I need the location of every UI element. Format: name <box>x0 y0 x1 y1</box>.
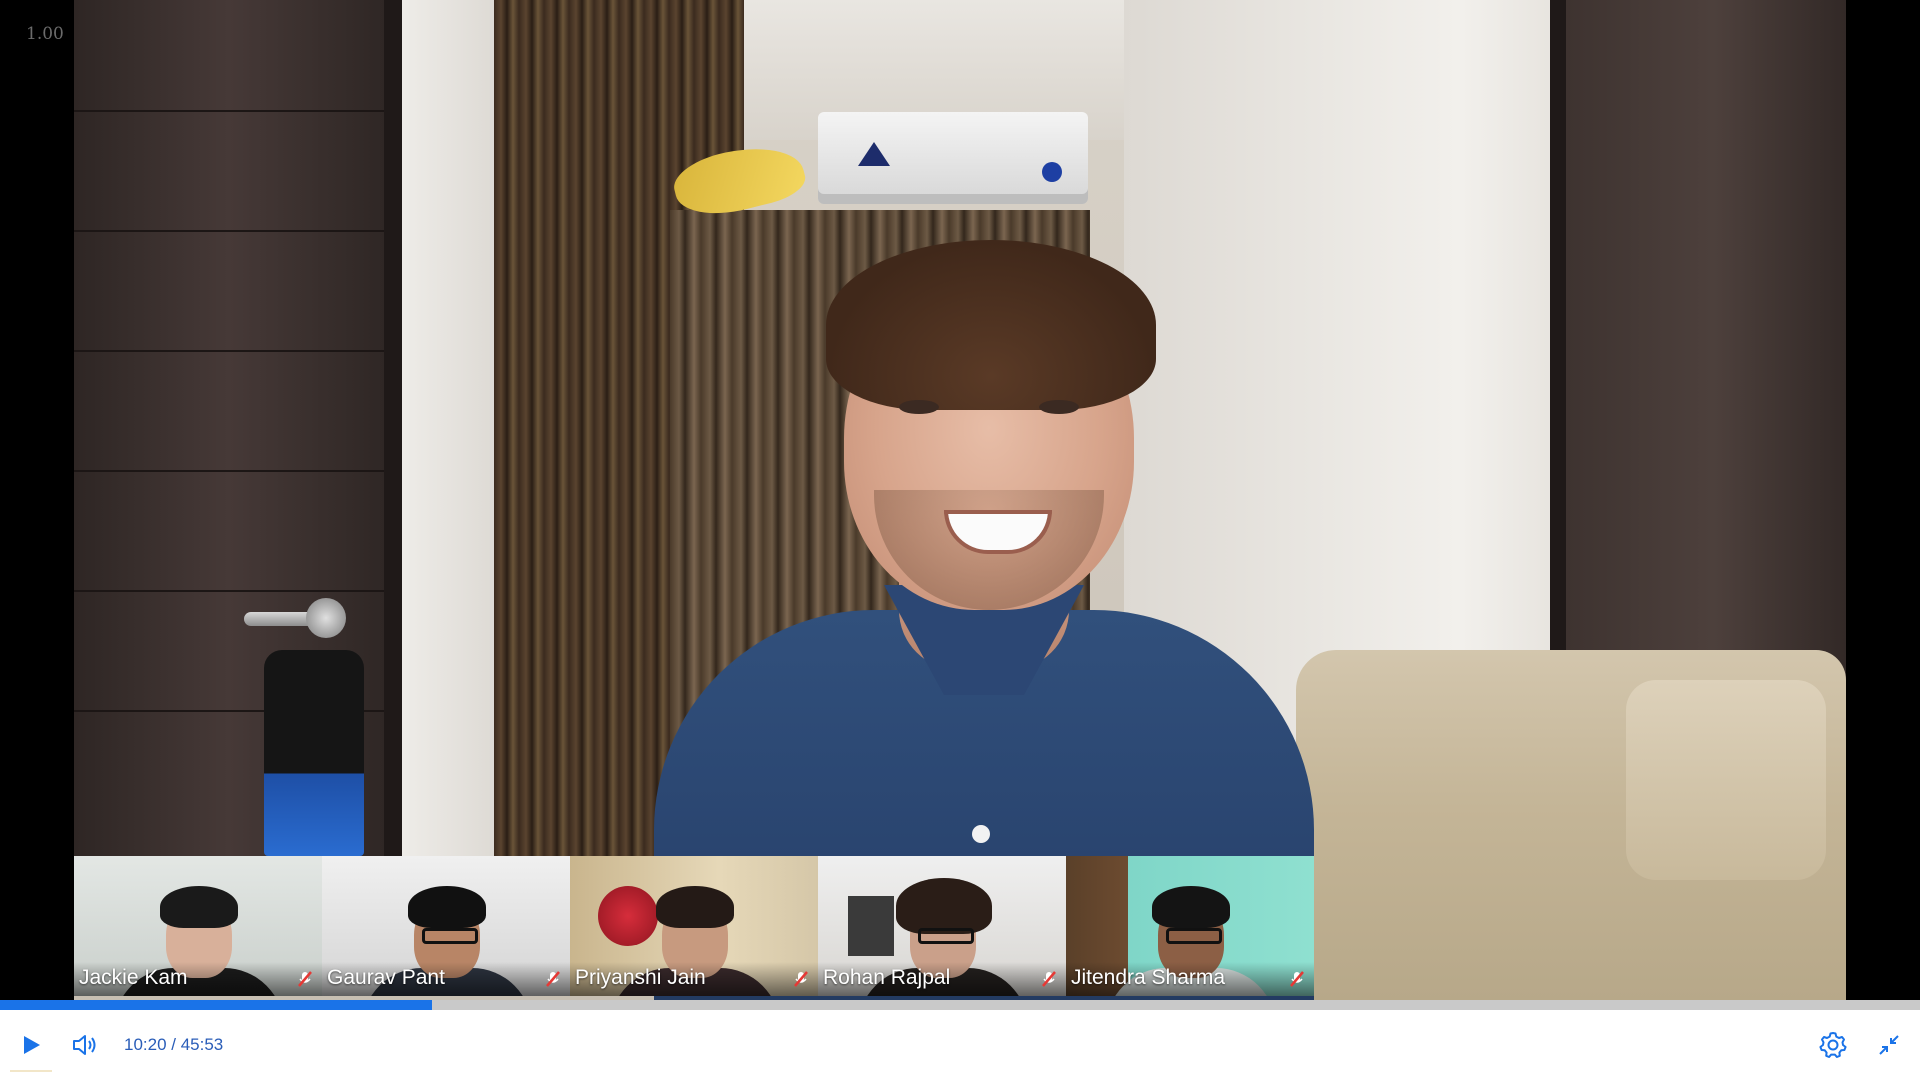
participant-glasses <box>1166 928 1222 944</box>
shirt-button <box>972 825 990 843</box>
gear-icon <box>1819 1032 1847 1058</box>
participant-hair <box>896 878 992 934</box>
time-display: 10:20 / 45:53 <box>124 1035 223 1055</box>
participant-hair <box>1152 886 1230 928</box>
video-stage[interactable]: 1.00 Jackie Kam Gaurav Pant Priyanshi Ja… <box>0 0 1920 1000</box>
door-handle <box>244 598 346 638</box>
participant-hair <box>408 886 486 928</box>
settings-button[interactable] <box>1812 1024 1854 1066</box>
current-time: 10:20 <box>124 1035 167 1054</box>
participant-name: Rohan Rajpal <box>823 966 951 989</box>
volume-button[interactable] <box>64 1024 106 1066</box>
participant-glasses <box>422 928 478 944</box>
speaker-hair <box>826 240 1156 410</box>
mic-muted-icon <box>546 971 560 987</box>
exit-fullscreen-icon <box>1879 1035 1899 1055</box>
participant-hair <box>656 886 734 928</box>
mic-muted-icon <box>1042 971 1056 987</box>
total-time: 45:53 <box>180 1035 224 1054</box>
red-flowers <box>598 886 658 946</box>
participant-name: Jitendra Sharma <box>1071 966 1226 989</box>
hanging-jacket <box>264 650 364 856</box>
volume-icon <box>73 1035 96 1055</box>
play-button[interactable] <box>10 1024 52 1066</box>
mic-muted-icon <box>794 971 808 987</box>
participant-tile[interactable]: Jackie Kam <box>74 856 322 996</box>
participant-name: Priyanshi Jain <box>575 966 706 989</box>
speaker-eye-left <box>899 400 939 414</box>
wall-photos <box>848 896 894 956</box>
participant-tile[interactable]: Priyanshi Jain <box>570 856 818 996</box>
playback-speed-label: 1.00 <box>26 24 64 44</box>
participant-hair <box>160 886 238 928</box>
seek-bar[interactable] <box>0 1000 1920 1010</box>
participant-glasses <box>918 928 974 944</box>
participant-tile[interactable]: Jitendra Sharma <box>1066 856 1314 996</box>
participant-name: Jackie Kam <box>79 966 188 989</box>
air-conditioner <box>818 112 1088 204</box>
player-controls: 10:20 / 45:53 <box>0 1010 1920 1080</box>
participant-strip: Jackie Kam Gaurav Pant Priyanshi Jain Ro… <box>74 856 1314 996</box>
speaker-eye-right <box>1039 400 1079 414</box>
room-door-right <box>1550 0 1846 700</box>
mic-muted-icon <box>1290 971 1304 987</box>
play-focus-underline <box>10 1070 52 1072</box>
main-video-frame[interactable] <box>74 0 1846 1000</box>
participant-tile[interactable]: Rohan Rajpal <box>818 856 1066 996</box>
play-icon <box>24 1036 40 1054</box>
exit-fullscreen-button[interactable] <box>1868 1024 1910 1066</box>
sofa <box>1296 650 1846 1000</box>
participant-tile[interactable]: Gaurav Pant <box>322 856 570 996</box>
mic-muted-icon <box>298 971 312 987</box>
participant-name: Gaurav Pant <box>327 966 445 989</box>
seek-bar-played <box>0 1000 432 1010</box>
time-separator: / <box>166 1035 181 1054</box>
